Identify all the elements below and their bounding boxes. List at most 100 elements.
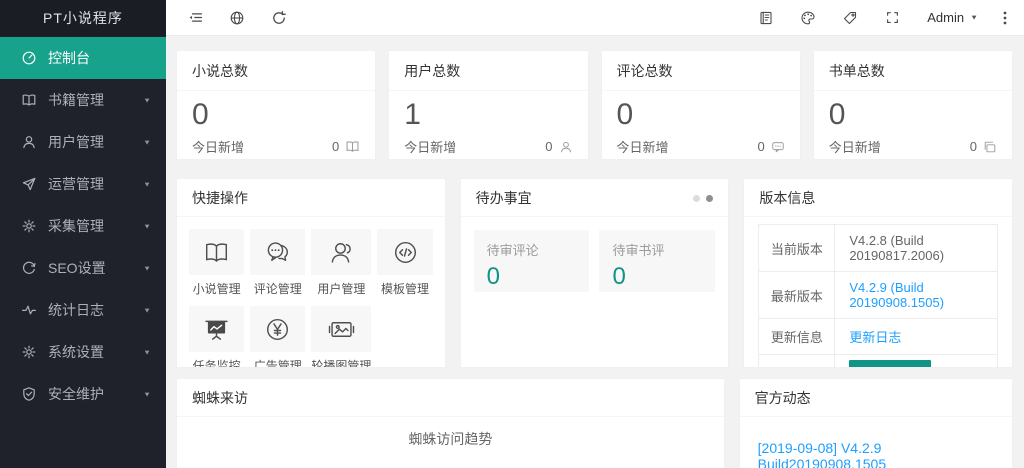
todo-value: 0 xyxy=(612,263,702,291)
comment-icon xyxy=(771,140,785,154)
dot-page-2[interactable] xyxy=(706,195,713,202)
sidebar-item-system[interactable]: 系统设置 ▼ xyxy=(0,331,166,373)
version-table: 当前版本 V4.2.8 (Build 20190817.2006) 最新版本 V… xyxy=(758,224,998,368)
sidebar-item-label: 安全维护 xyxy=(48,384,104,404)
sidebar-item-label: 采集管理 xyxy=(48,216,104,236)
stat-card-booklists: 书单总数 0 今日新增 0 xyxy=(813,50,1013,160)
quick-action-comments[interactable]: 评论管理 xyxy=(250,229,305,297)
sidebar-item-label: 控制台 xyxy=(48,48,90,68)
sidebar-item-operations[interactable]: 运营管理 ▼ xyxy=(0,163,166,205)
quick-action-templates[interactable]: 模板管理 xyxy=(377,229,432,297)
palette-icon[interactable] xyxy=(787,0,829,36)
tag-icon[interactable] xyxy=(829,0,871,36)
shield-icon xyxy=(21,386,37,402)
latest-version-link[interactable]: V4.2.9 (Build 20190908.1505) xyxy=(849,280,944,310)
carousel-dots xyxy=(693,195,713,202)
chevron-down-icon: ▼ xyxy=(143,222,151,230)
stat-value: 0 xyxy=(814,91,1012,132)
stat-title: 书单总数 xyxy=(814,51,1012,91)
expand-icon[interactable] xyxy=(871,0,913,36)
sidebar-item-stats-log[interactable]: 统计日志 ▼ xyxy=(0,289,166,331)
stat-footer-value: 0 xyxy=(970,139,977,154)
app-window: PT小说程序 控制台 书籍管理 ▼ 用户管理 ▼ xyxy=(0,0,1024,468)
quick-action-novels[interactable]: 小说管理 xyxy=(189,229,244,297)
quick-action-carousel[interactable]: 轮播图管理 xyxy=(311,306,371,368)
user-icon xyxy=(21,134,37,150)
sidebar-item-security[interactable]: 安全维护 ▼ xyxy=(0,373,166,415)
changelog-link[interactable]: 更新日志 xyxy=(849,330,901,345)
user-name: Admin xyxy=(927,10,964,25)
version-row-label: 更新信息 xyxy=(759,319,835,355)
chevron-down-icon: ▼ xyxy=(143,96,151,104)
app-title: PT小说程序 xyxy=(0,0,166,36)
topbar-right: Admin ▼ xyxy=(745,0,1018,36)
sidebar-item-label: 统计日志 xyxy=(48,300,104,320)
chat-bubbles-icon xyxy=(264,239,291,266)
todo-pending-reviews[interactable]: 待审书评 0 xyxy=(599,230,715,292)
table-row: 当前版本 V4.2.8 (Build 20190817.2006) xyxy=(759,225,998,272)
main-area: Admin ▼ 小说总数 0 今日新增 0 xyxy=(166,0,1024,468)
dashboard-content: 小说总数 0 今日新增 0 用户总数 1 今日新增 xyxy=(166,36,1024,468)
chevron-down-icon: ▼ xyxy=(970,14,978,22)
kebab-icon[interactable] xyxy=(992,0,1018,36)
quick-action-users[interactable]: 用户管理 xyxy=(311,229,371,297)
todo-label: 待审评论 xyxy=(487,240,577,259)
chevron-down-icon: ▼ xyxy=(143,348,151,356)
document-icon[interactable] xyxy=(745,0,787,36)
sidebar: PT小说程序 控制台 书籍管理 ▼ 用户管理 ▼ xyxy=(0,0,166,468)
quick-actions-panel: 快捷操作 小说管理 评论管理 用户管理 xyxy=(176,178,446,368)
monitor-board-icon xyxy=(203,316,230,343)
news-item-link[interactable]: [2019-09-08] V4.2.9 Build20190908.1505 xyxy=(758,440,1004,468)
booklist-icon xyxy=(983,140,997,154)
sidebar-item-books[interactable]: 书籍管理 ▼ xyxy=(0,79,166,121)
stat-title: 小说总数 xyxy=(177,51,375,91)
table-row: 更新信息 更新日志 xyxy=(759,319,998,355)
sidebar-item-dashboard[interactable]: 控制台 xyxy=(0,37,166,79)
stat-card-novels: 小说总数 0 今日新增 0 xyxy=(176,50,376,160)
stat-footer-value: 0 xyxy=(758,139,765,154)
sidebar-item-seo[interactable]: SEO设置 ▼ xyxy=(0,247,166,289)
todo-pending-comments[interactable]: 待审评论 0 xyxy=(474,230,590,292)
sidebar-item-collect[interactable]: 采集管理 ▼ xyxy=(0,205,166,247)
quick-action-label: 小说管理 xyxy=(189,280,244,297)
refresh-icon[interactable] xyxy=(258,0,300,36)
quick-action-label: 评论管理 xyxy=(250,280,305,297)
stat-footer-value: 0 xyxy=(545,139,552,154)
chevron-down-icon: ▼ xyxy=(143,138,151,146)
spider-panel: 蜘蛛来访 蜘蛛访问趋势 5 xyxy=(176,378,725,468)
spider-chart: 蜘蛛访问趋势 5 xyxy=(177,417,724,468)
book-icon xyxy=(21,92,37,108)
globe-icon[interactable] xyxy=(216,0,258,36)
quick-action-label: 广告管理 xyxy=(250,357,305,368)
chart-title: 蜘蛛访问趋势 xyxy=(177,417,724,449)
sidebar-item-users[interactable]: 用户管理 ▼ xyxy=(0,121,166,163)
stat-value: 0 xyxy=(177,91,375,132)
stat-footer-label: 今日新增 xyxy=(192,137,244,156)
stat-value: 0 xyxy=(602,91,800,132)
yen-circle-icon xyxy=(264,316,291,343)
todo-value: 0 xyxy=(487,263,577,291)
version-row-label: 一键升级 xyxy=(759,355,835,369)
sidebar-item-label: SEO设置 xyxy=(48,258,106,278)
version-row-label: 最新版本 xyxy=(759,272,835,319)
version-row-label: 当前版本 xyxy=(759,225,835,272)
quick-action-label: 模板管理 xyxy=(377,280,432,297)
panel-title: 快捷操作 xyxy=(192,188,248,208)
stat-footer-label: 今日新增 xyxy=(829,137,881,156)
chevron-down-icon: ▼ xyxy=(143,180,151,188)
panel-title: 蜘蛛来访 xyxy=(192,388,248,408)
quick-action-label: 轮播图管理 xyxy=(311,357,371,368)
panel-title: 版本信息 xyxy=(759,188,815,208)
panel-title: 待办事宜 xyxy=(476,188,532,208)
panel-title: 官方动态 xyxy=(755,388,811,408)
fold-icon[interactable] xyxy=(174,0,216,36)
dot-page-1[interactable] xyxy=(693,195,700,202)
gear-icon xyxy=(21,344,37,360)
sidebar-nav: 控制台 书籍管理 ▼ 用户管理 ▼ 运营管理 xyxy=(0,36,166,415)
user-dropdown[interactable]: Admin ▼ xyxy=(913,10,992,25)
update-now-button[interactable]: 立即更新 xyxy=(849,360,931,368)
news-panel: 官方动态 [2019-09-08] V4.2.9 Build20190908.1… xyxy=(739,378,1013,468)
stat-title: 评论总数 xyxy=(602,51,800,91)
quick-action-task-monitor[interactable]: 任务监控 xyxy=(189,306,244,368)
quick-action-ads[interactable]: 广告管理 xyxy=(250,306,305,368)
